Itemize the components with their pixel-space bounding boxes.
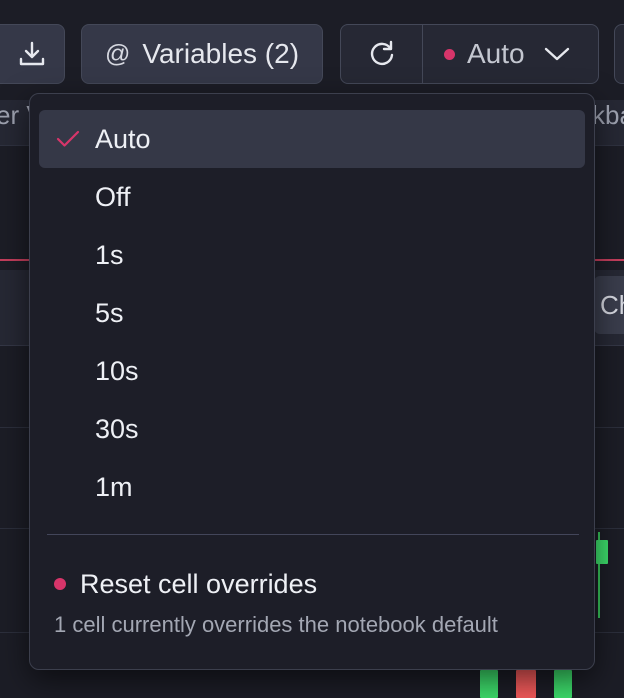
menu-item-1s[interactable]: 1s <box>39 226 585 284</box>
at-icon: @ <box>104 39 131 68</box>
menu-item-label: 1s <box>95 239 124 270</box>
download-icon <box>19 41 44 66</box>
reset-cell-overrides-button[interactable]: Reset cell overrides <box>54 567 317 601</box>
download-button[interactable] <box>0 24 65 84</box>
menu-item-off[interactable]: Off <box>39 168 585 226</box>
check-icon <box>56 130 80 147</box>
menu-item-label: 5s <box>95 297 124 328</box>
refresh-interval-label: Auto <box>467 38 525 69</box>
reset-cell-overrides-description: 1 cell currently overrides the notebook … <box>54 612 498 637</box>
cell-tab[interactable]: Ch <box>594 276 624 334</box>
menu-item-label: Off <box>95 181 131 212</box>
chart-candle <box>596 540 608 564</box>
refresh-interval-menu: Auto Off 1s 5s 10s 30s 1m Reset cell ove… <box>29 93 595 670</box>
reset-cell-overrides-label: Reset cell overrides <box>80 568 318 599</box>
chevron-down-icon <box>544 47 569 61</box>
chart-candle <box>554 670 572 698</box>
variables-label: Variables (2) <box>142 38 300 69</box>
sub-toolbar-label-right: kba <box>592 100 624 130</box>
refresh-interval-button[interactable]: Auto <box>423 25 598 83</box>
toolbar-overflow-button[interactable] <box>614 24 624 84</box>
menu-item-1m[interactable]: 1m <box>39 458 585 516</box>
menu-item-10s[interactable]: 10s <box>39 342 585 400</box>
menu-item-label: Auto <box>95 123 151 154</box>
refresh-icon <box>370 40 393 66</box>
override-dot <box>444 48 455 60</box>
refresh-button[interactable] <box>341 25 423 83</box>
toolbar: @ Variables (2) Auto <box>0 0 624 100</box>
menu-item-label: 10s <box>95 355 139 386</box>
menu-item-30s[interactable]: 30s <box>39 400 585 458</box>
chart-candle <box>480 670 498 698</box>
cell-tab-label: Ch <box>600 289 624 320</box>
menu-item-label: 30s <box>95 413 139 444</box>
override-dot <box>54 578 66 590</box>
chart-candle <box>516 670 536 698</box>
refresh-control: Auto <box>340 24 599 84</box>
menu-divider <box>47 534 579 535</box>
refresh-interval-options: Auto Off 1s 5s 10s 30s 1m <box>30 110 594 516</box>
menu-item-5s[interactable]: 5s <box>39 284 585 342</box>
menu-item-label: 1m <box>95 471 133 502</box>
menu-item-auto[interactable]: Auto <box>39 110 585 168</box>
variables-button[interactable]: @ Variables (2) <box>81 24 323 84</box>
